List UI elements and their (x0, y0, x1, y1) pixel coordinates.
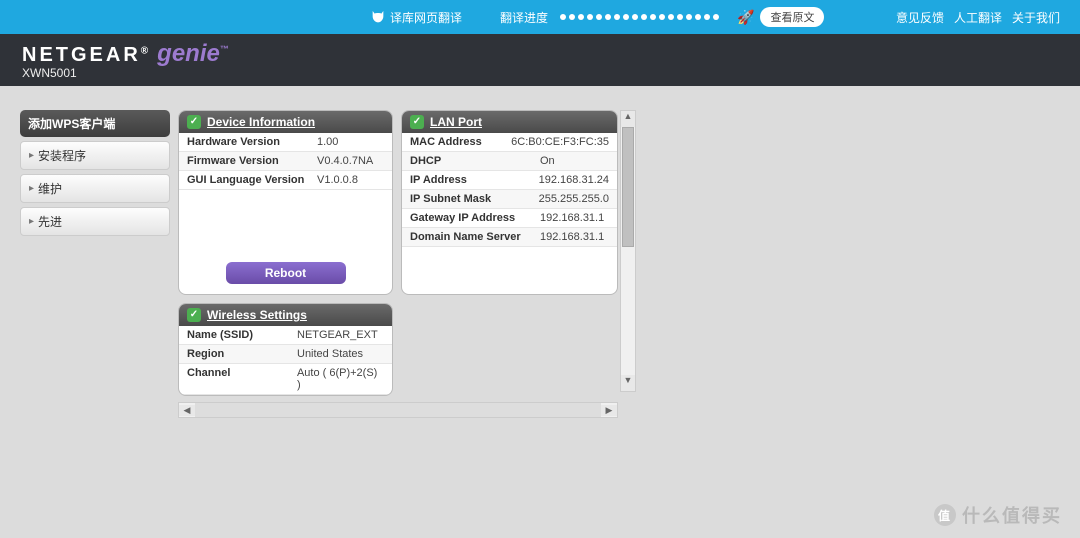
ssid-value: NETGEAR_EXT (297, 329, 378, 341)
watermark-text: 什么值得买 (962, 502, 1062, 528)
rocket-icon: 🚀 (737, 9, 754, 26)
subnet-label: IP Subnet Mask (410, 193, 539, 205)
sidebar-header: 添加WPS客户端 (20, 110, 170, 137)
about-link[interactable]: 关于我们 (1012, 9, 1060, 26)
panel-title[interactable]: Device Information (207, 115, 315, 129)
gui-version-label: GUI Language Version (187, 174, 317, 186)
hw-version-label: Hardware Version (187, 136, 317, 148)
ip-label: IP Address (410, 174, 539, 186)
mac-label: MAC Address (410, 136, 511, 148)
translate-toolbar: 译库网页翻译 翻译进度 🚀 查看原文 意见反馈 人工翻译 关于我们 (0, 0, 1080, 34)
progress-label: 翻译进度 (500, 9, 548, 26)
genie-logo: genie™ (157, 40, 229, 68)
sidebar: 添加WPS客户端 安装程序 维护 先进 (20, 110, 170, 418)
channel-value: Auto ( 6(P)+2(S) ) (297, 367, 384, 391)
channel-label: Channel (187, 367, 297, 391)
progress-dots (560, 14, 719, 20)
ip-value: 192.168.31.24 (539, 174, 609, 186)
reboot-button[interactable]: Reboot (226, 262, 346, 284)
panel-title[interactable]: LAN Port (430, 115, 482, 129)
scroll-thumb[interactable] (622, 127, 634, 247)
scroll-left-arrow[interactable]: ◀ (179, 405, 195, 416)
dhcp-label: DHCP (410, 155, 540, 167)
horizontal-scrollbar[interactable]: ◀ ▶ (178, 402, 618, 418)
fw-version-value: V0.4.0.7NA (317, 155, 373, 167)
gateway-value: 192.168.31.1 (540, 212, 604, 224)
dns-label: Domain Name Server (410, 231, 540, 243)
sidebar-item-label: 安装程序 (38, 147, 86, 164)
check-icon: ✓ (187, 308, 201, 322)
gui-version-value: V1.0.0.8 (317, 174, 358, 186)
dns-value: 192.168.31.1 (540, 231, 604, 243)
check-icon: ✓ (187, 115, 201, 129)
watermark: 值 什么值得买 (934, 502, 1062, 528)
feedback-link[interactable]: 意见反馈 (896, 9, 944, 26)
human-translate-link[interactable]: 人工翻译 (954, 9, 1002, 26)
region-value: United States (297, 348, 363, 360)
fw-version-label: Firmware Version (187, 155, 317, 167)
translate-tool-label: 译库网页翻译 (390, 9, 462, 26)
model-label: XWN5001 (22, 66, 1058, 80)
scroll-down-arrow[interactable]: ▼ (621, 375, 635, 391)
sidebar-item-setup[interactable]: 安装程序 (20, 141, 170, 170)
lan-port-panel: ✓ LAN Port MAC Address6C:B0:CE:F3:FC:35 … (401, 110, 618, 295)
sidebar-item-label: 先进 (38, 213, 62, 230)
ssid-label: Name (SSID) (187, 329, 297, 341)
hw-version-value: 1.00 (317, 136, 338, 148)
device-info-panel: ✓ Device Information Hardware Version1.0… (178, 110, 393, 295)
scroll-right-arrow[interactable]: ▶ (601, 405, 617, 416)
wireless-panel: ✓ Wireless Settings Name (SSID)NETGEAR_E… (178, 303, 393, 396)
panel-title[interactable]: Wireless Settings (207, 308, 307, 322)
translate-logo: 译库网页翻译 (370, 9, 462, 26)
sidebar-item-maintenance[interactable]: 维护 (20, 174, 170, 203)
watermark-icon: 值 (934, 504, 956, 526)
vertical-scrollbar[interactable]: ▲ ▼ (620, 110, 636, 392)
subnet-value: 255.255.255.0 (539, 193, 609, 205)
mac-value: 6C:B0:CE:F3:FC:35 (511, 136, 609, 148)
sidebar-item-advanced[interactable]: 先进 (20, 207, 170, 236)
view-original-button[interactable]: 查看原文 (760, 7, 824, 27)
region-label: Region (187, 348, 297, 360)
brand-text: NETGEAR® (22, 44, 151, 67)
cat-icon (370, 9, 386, 25)
dhcp-value: On (540, 155, 555, 167)
scroll-up-arrow[interactable]: ▲ (621, 111, 635, 127)
sidebar-item-label: 维护 (38, 180, 62, 197)
check-icon: ✓ (410, 115, 424, 129)
gateway-label: Gateway IP Address (410, 212, 540, 224)
app-header: NETGEAR® genie™ XWN5001 (0, 34, 1080, 86)
